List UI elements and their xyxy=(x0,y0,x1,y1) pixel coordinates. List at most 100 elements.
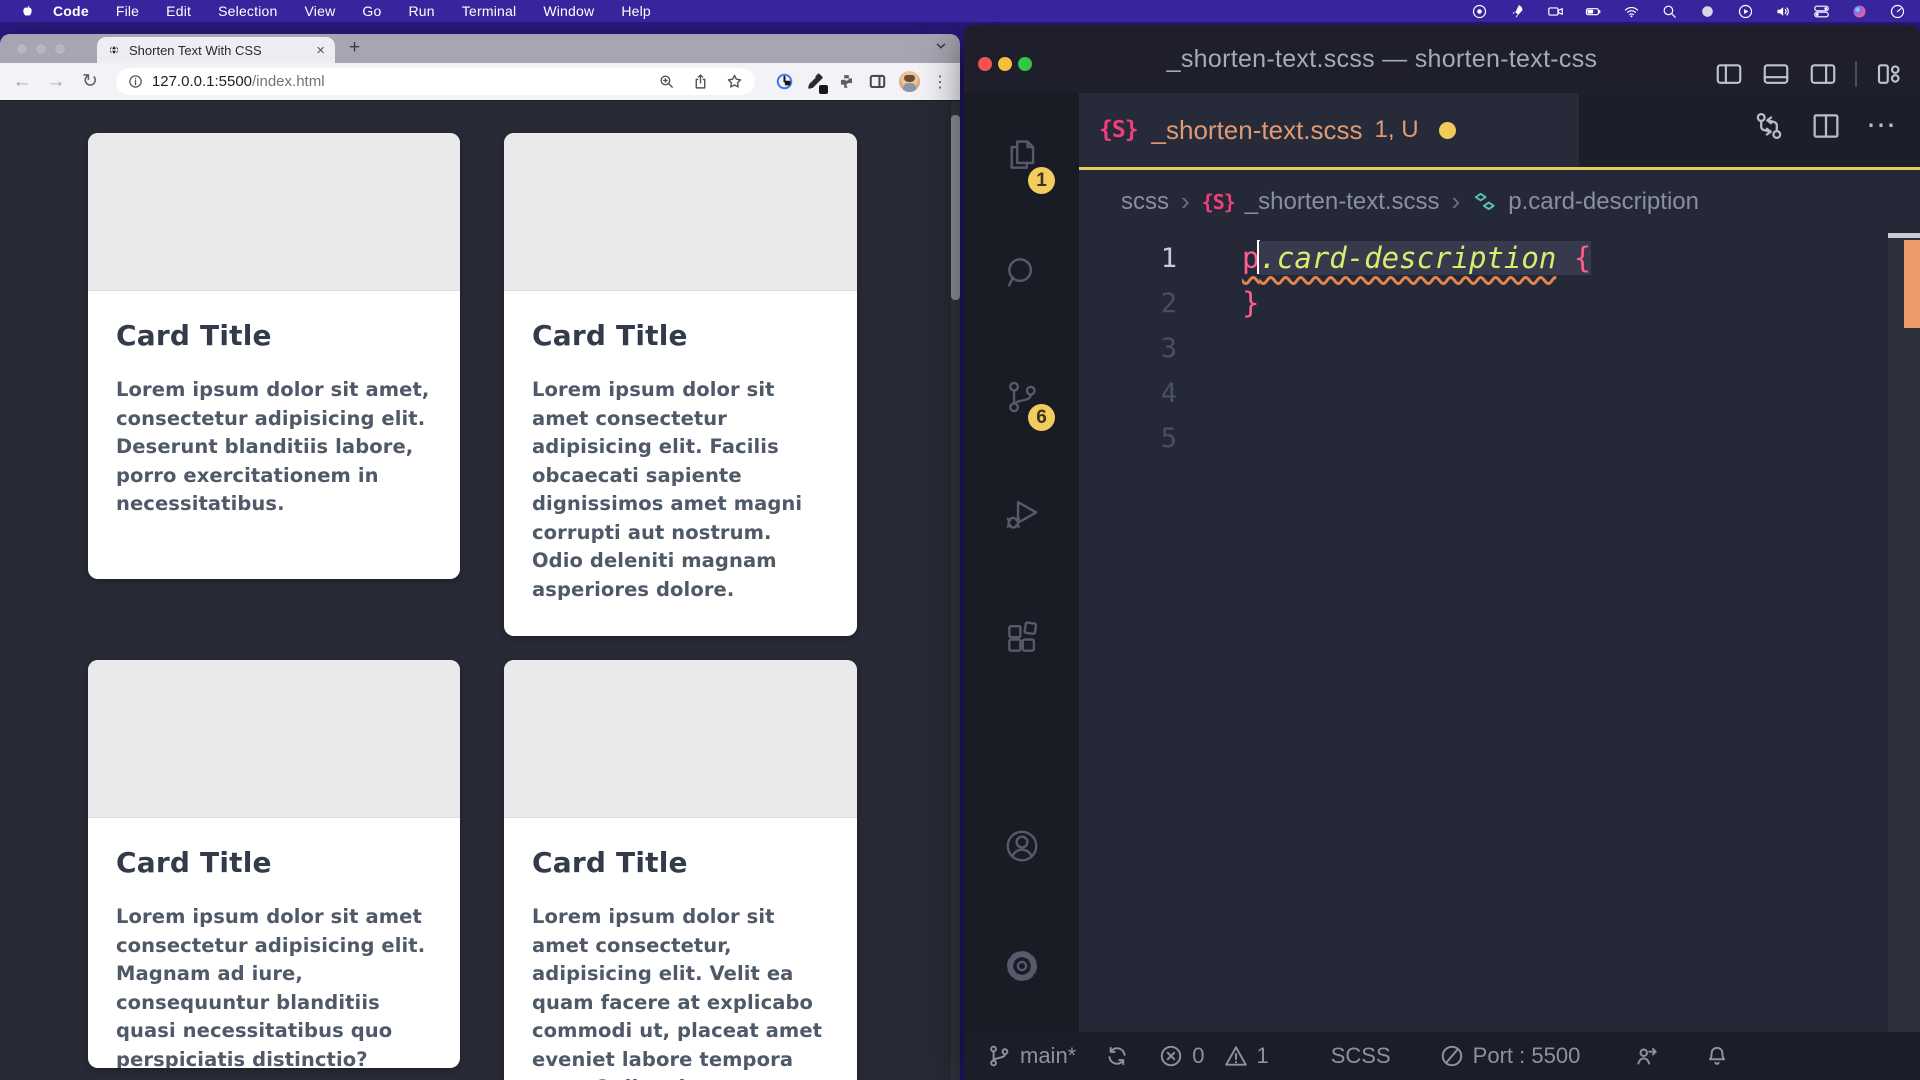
overview-cursor-marker xyxy=(1888,233,1920,238)
card-description: Lorem ipsum dolor sit amet consectetur a… xyxy=(532,376,829,604)
live-server-item[interactable]: Port : 5500 xyxy=(1439,1043,1581,1069)
globe-icon xyxy=(107,43,121,57)
site-info-icon[interactable] xyxy=(128,74,143,89)
editor-tab[interactable]: {S} _shorten-text.scss 1, U xyxy=(1079,93,1579,167)
settings-gear-icon[interactable] xyxy=(1003,947,1041,985)
toggle-secondary-sidebar-icon[interactable] xyxy=(1808,59,1838,89)
line-number: 3 xyxy=(1079,326,1177,371)
tab-close-icon[interactable]: × xyxy=(316,42,325,59)
browser-tab[interactable]: Shorten Text With CSS × xyxy=(97,37,335,63)
menu-item-file[interactable]: File xyxy=(116,3,139,19)
more-actions-icon[interactable]: ⋯ xyxy=(1866,116,1898,136)
explorer-badge: 1 xyxy=(1028,167,1055,194)
status-bar: main* 0 1 SCSS Port : 5500 xyxy=(964,1032,1920,1080)
menu-item-run[interactable]: Run xyxy=(409,3,435,19)
share-icon[interactable] xyxy=(692,73,709,90)
unsaved-dot-icon[interactable] xyxy=(1439,122,1456,139)
code-line-1: p.card-description { xyxy=(1242,236,1591,281)
forward-button[interactable]: → xyxy=(46,72,66,92)
volume-icon[interactable] xyxy=(1775,3,1792,20)
spotlight-search-icon[interactable] xyxy=(1661,3,1678,20)
reload-button[interactable]: ↻ xyxy=(80,72,100,92)
card-image-placeholder xyxy=(504,133,857,291)
browser-window: Shorten Text With CSS × + ← → ↻ 127.0.0.… xyxy=(0,34,960,1080)
menu-item-edit[interactable]: Edit xyxy=(166,3,191,19)
breadcrumb-folder[interactable]: scss xyxy=(1121,188,1169,216)
url-text: 127.0.0.1:5500/index.html xyxy=(152,73,325,90)
side-panel-icon[interactable] xyxy=(868,72,887,91)
back-button[interactable]: ← xyxy=(12,72,32,92)
account-icon[interactable] xyxy=(1003,827,1041,865)
menu-item-help[interactable]: Help xyxy=(621,3,651,19)
toggle-sidebar-icon[interactable] xyxy=(1714,59,1744,89)
extension-lock-icon[interactable] xyxy=(775,72,794,91)
wifi-icon[interactable] xyxy=(1623,3,1640,20)
sync-icon[interactable] xyxy=(1104,1043,1130,1069)
minimize-window-button[interactable] xyxy=(35,43,47,55)
siri-icon[interactable] xyxy=(1851,3,1868,20)
menu-item-selection[interactable]: Selection xyxy=(218,3,277,19)
menu-item-view[interactable]: View xyxy=(305,3,336,19)
zoom-page-icon[interactable] xyxy=(658,73,675,90)
card-image-placeholder xyxy=(88,133,460,291)
profile-avatar[interactable] xyxy=(899,71,920,92)
breadcrumb-file[interactable]: _shorten-text.scss xyxy=(1245,188,1440,216)
port-slash-icon xyxy=(1439,1043,1465,1069)
control-center-icon[interactable] xyxy=(1813,3,1830,20)
code-line-2: } xyxy=(1242,281,1259,326)
notifications-bell-icon[interactable] xyxy=(1704,1043,1730,1069)
tab-overflow-chevron-icon[interactable] xyxy=(934,39,948,53)
line-number: 2 xyxy=(1079,281,1177,326)
tab-git-decoration: 1, U xyxy=(1375,116,1419,144)
bookmark-star-icon[interactable] xyxy=(726,73,743,90)
language-mode-item[interactable]: SCSS xyxy=(1331,1043,1391,1069)
extensions-icon[interactable] xyxy=(1003,619,1041,657)
battery-icon[interactable] xyxy=(1585,3,1602,20)
page-scrollbar[interactable] xyxy=(951,101,960,1080)
card-description: Lorem ipsum dolor sit amet consectetur a… xyxy=(116,903,432,1068)
close-window-button[interactable] xyxy=(16,43,28,55)
menu-bar: Code File Edit Selection View Go Run Ter… xyxy=(0,0,1920,22)
search-icon[interactable] xyxy=(1003,253,1041,291)
menu-item-code[interactable]: Code xyxy=(53,3,89,19)
overview-warning-marker xyxy=(1904,240,1920,328)
breadcrumb-symbol[interactable]: p.card-description xyxy=(1508,188,1699,216)
symbol-selector-icon xyxy=(1472,189,1498,215)
open-changes-icon[interactable] xyxy=(1752,109,1786,143)
problems-item[interactable]: 0 1 xyxy=(1158,1043,1269,1069)
screen-record-icon[interactable] xyxy=(1547,3,1564,20)
record-icon[interactable] xyxy=(1471,3,1488,20)
customize-layout-icon[interactable] xyxy=(1874,59,1904,89)
clock-icon[interactable] xyxy=(1889,3,1906,20)
play-circle-icon[interactable] xyxy=(1737,3,1754,20)
breadcrumb-separator: › xyxy=(1452,186,1461,217)
menu-item-terminal[interactable]: Terminal xyxy=(462,3,517,19)
web-page: Card Title Lorem ipsum dolor sit amet, c… xyxy=(0,101,960,1080)
browser-menu-icon[interactable]: ⋮ xyxy=(932,72,948,92)
zoom-window-button[interactable] xyxy=(54,43,66,55)
code-editor[interactable]: 1 p.card-description { 2 } 3 4 5 xyxy=(1079,233,1920,1032)
card-description: Lorem ipsum dolor sit amet consectetur, … xyxy=(532,903,829,1080)
editor-scrollbar[interactable] xyxy=(1888,233,1920,1032)
git-branch-item[interactable]: main* xyxy=(986,1043,1076,1069)
scss-file-icon: {S} xyxy=(1099,117,1138,143)
apple-logo-icon[interactable] xyxy=(20,3,35,19)
split-editor-icon[interactable] xyxy=(1809,109,1843,143)
new-tab-button[interactable]: + xyxy=(349,37,360,59)
eyedropper-extension-icon[interactable] xyxy=(806,72,825,91)
dot-icon[interactable] xyxy=(1699,3,1716,20)
line-number: 1 xyxy=(1079,236,1177,281)
address-bar[interactable]: 127.0.0.1:5500/index.html xyxy=(116,68,755,95)
warnings-icon xyxy=(1223,1043,1249,1069)
activity-bar: 1 6 xyxy=(964,93,1079,1032)
scrollbar-thumb[interactable] xyxy=(951,115,960,300)
menu-item-go[interactable]: Go xyxy=(362,3,381,19)
toggle-panel-icon[interactable] xyxy=(1761,59,1791,89)
card-title: Card Title xyxy=(116,846,432,879)
feedback-icon[interactable] xyxy=(1634,1043,1660,1069)
browser-tab-title: Shorten Text With CSS xyxy=(129,43,310,58)
menu-item-window[interactable]: Window xyxy=(543,3,594,19)
rocket-icon[interactable] xyxy=(1509,3,1526,20)
run-debug-icon[interactable] xyxy=(1003,495,1041,533)
puzzle-extensions-icon[interactable] xyxy=(837,72,856,91)
